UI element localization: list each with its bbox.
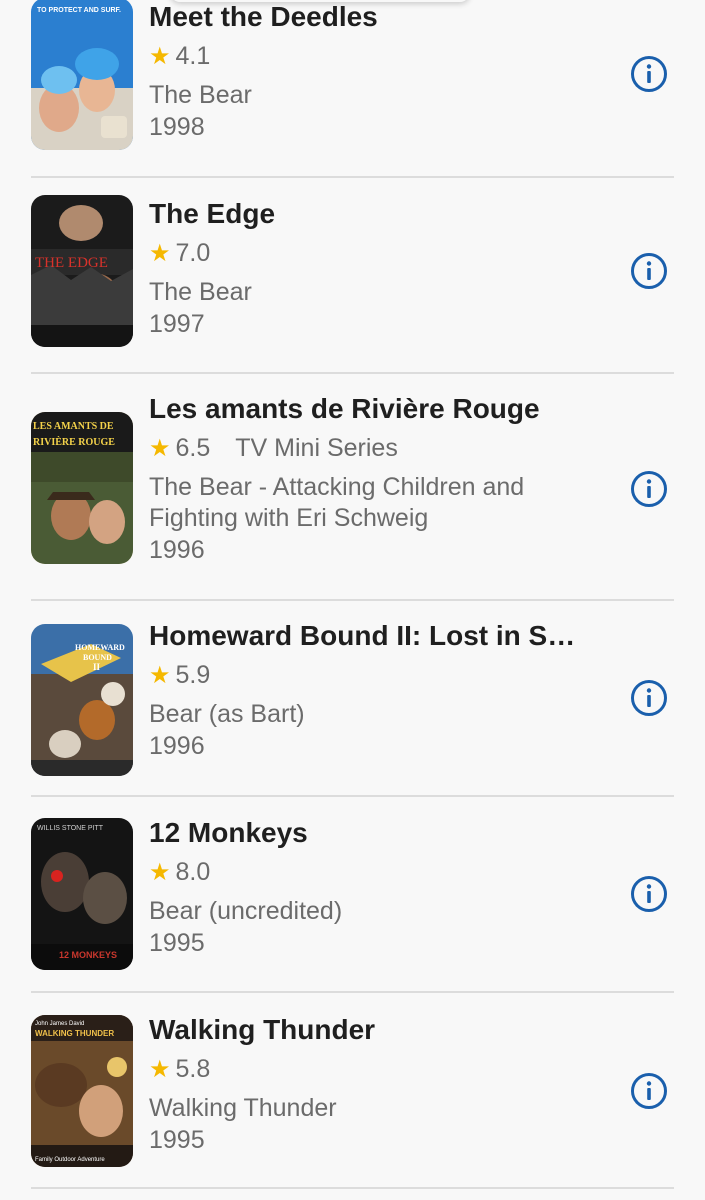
star-icon: ★	[149, 661, 171, 689]
star-icon: ★	[149, 239, 171, 267]
star-icon: ★	[149, 858, 171, 886]
movie-title: Homeward Bound II: Lost in S…	[149, 620, 576, 651]
svg-text:WILLIS STONE PITT: WILLIS STONE PITT	[37, 825, 104, 832]
info-icon[interactable]	[630, 875, 668, 913]
movie-title: Les amants de Rivière Rouge	[149, 393, 540, 424]
movie-title: The Edge	[149, 198, 276, 229]
divider	[31, 1187, 674, 1189]
info-icon[interactable]	[630, 55, 668, 93]
role-text: Bear (uncredited)	[149, 897, 343, 925]
star-icon: ★	[149, 1055, 171, 1083]
year-text: 1996	[149, 536, 205, 564]
title-type: TV Mini Series	[235, 434, 398, 462]
year-text: 1995	[149, 1126, 205, 1154]
poster-image[interactable]: WILLIS STONE PITT 12 MONKEYS	[31, 818, 133, 970]
rating-value: 5.8	[175, 1055, 211, 1083]
svg-text:II: II	[93, 662, 101, 672]
role-text: Bear (as Bart)	[149, 700, 305, 728]
list-item[interactable]: John James David WALKING THUNDER Family …	[0, 993, 705, 1189]
role-text: The Bear - Attacking Children and Fighti…	[149, 473, 525, 532]
rating-value: 8.0	[175, 858, 211, 886]
list-item[interactable]: THE EDGE The Edge ★ 7.0 The Bear 1997	[0, 178, 705, 374]
svg-text:LES AMANTS DE: LES AMANTS DE	[33, 421, 114, 432]
info-icon[interactable]	[630, 252, 668, 290]
info-icon[interactable]	[630, 679, 668, 717]
svg-text:12 MONKEYS: 12 MONKEYS	[59, 950, 117, 960]
role-text: The Bear	[149, 278, 252, 306]
year-text: 1997	[149, 310, 205, 338]
list-item[interactable]: TO PROTECT AND SURF. Meet the Deedles ★ …	[0, 0, 705, 178]
svg-text:BOUND: BOUND	[83, 653, 112, 662]
star-icon: ★	[149, 42, 171, 70]
movie-title: Walking Thunder	[149, 1014, 376, 1045]
list-item[interactable]: WILLIS STONE PITT 12 MONKEYS 12 Monkeys …	[0, 797, 705, 993]
rating-value: 6.5	[175, 434, 211, 462]
info-icon[interactable]	[630, 1072, 668, 1110]
poster-image[interactable]: THE EDGE	[31, 195, 133, 347]
filmography-list: TO PROTECT AND SURF. Meet the Deedles ★ …	[0, 0, 705, 1189]
poster-image[interactable]: TO PROTECT AND SURF.	[31, 0, 133, 150]
role-text: Walking Thunder	[149, 1094, 337, 1122]
svg-text:RIVIÈRE ROUGE: RIVIÈRE ROUGE	[33, 436, 115, 448]
poster-image[interactable]: John James David WALKING THUNDER Family …	[31, 1015, 133, 1167]
year-text: 1998	[149, 113, 205, 141]
poster-image[interactable]: LES AMANTS DE RIVIÈRE ROUGE	[31, 412, 133, 564]
poster-image[interactable]: HOMEWARD BOUND II	[31, 624, 133, 776]
rating-value: 5.9	[175, 661, 211, 689]
svg-text:John James David: John James David	[35, 1021, 84, 1027]
rating-value: 4.1	[175, 42, 211, 70]
year-text: 1996	[149, 732, 205, 760]
svg-text:HOMEWARD: HOMEWARD	[75, 643, 125, 652]
star-icon: ★	[149, 434, 171, 462]
rating-value: 7.0	[175, 239, 211, 267]
movie-title: 12 Monkeys	[149, 817, 308, 848]
svg-text:WALKING THUNDER: WALKING THUNDER	[35, 1029, 114, 1038]
list-item[interactable]: LES AMANTS DE RIVIÈRE ROUGE Les amants d…	[0, 374, 705, 601]
year-text: 1995	[149, 929, 205, 957]
list-item[interactable]: HOMEWARD BOUND II Homeward Bound II: Los…	[0, 601, 705, 797]
svg-text:Family Outdoor Adventure: Family Outdoor Adventure	[35, 1157, 105, 1163]
role-text: The Bear	[149, 81, 252, 109]
info-icon[interactable]	[630, 470, 668, 508]
movie-title: Meet the Deedles	[149, 1, 378, 32]
svg-text:THE EDGE: THE EDGE	[35, 255, 108, 271]
svg-text:TO PROTECT AND SURF.: TO PROTECT AND SURF.	[37, 7, 121, 14]
